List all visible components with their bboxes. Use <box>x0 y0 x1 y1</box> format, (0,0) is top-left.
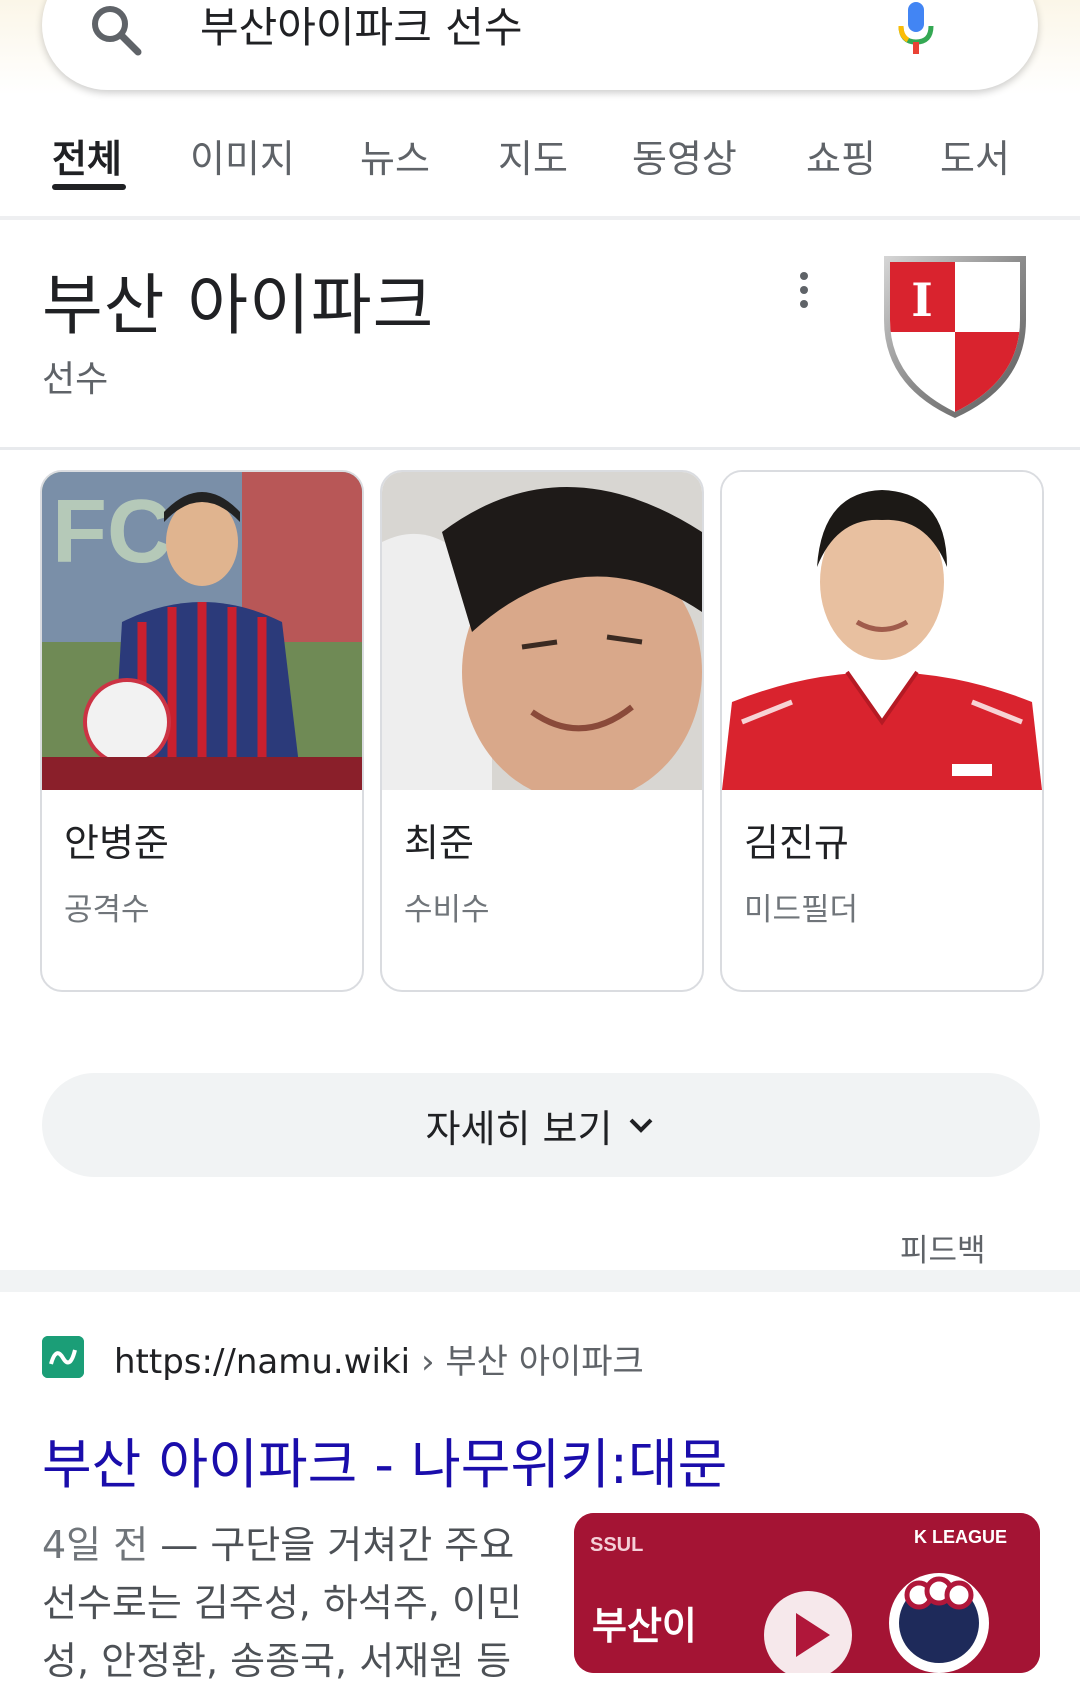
tab-all[interactable]: 전체 <box>52 128 122 183</box>
divider <box>0 216 1080 220</box>
divider <box>0 447 1080 450</box>
player-photo <box>382 472 702 790</box>
thumbnail-text: 부산이 <box>592 1604 697 1648</box>
svg-text:FC: FC <box>52 482 172 582</box>
tab-maps[interactable]: 지도 <box>498 128 568 183</box>
player-name: 최준 <box>404 821 474 865</box>
tab-videos[interactable]: 동영상 <box>632 128 737 183</box>
thumbnail-badge: K LEAGUE <box>914 1527 1007 1547</box>
search-tabs: 전체 이미지 뉴스 지도 동영상 쇼핑 도서 <box>0 118 1080 218</box>
team-crest-logo: I <box>884 256 1026 418</box>
player-photo: FC <box>42 472 362 790</box>
search-input[interactable]: 부산아이파크 선수 <box>200 0 522 58</box>
site-favicon-icon <box>42 1336 84 1378</box>
result-title-link[interactable]: 부산 아이파크 - 나무위키:대문 <box>42 1420 727 1499</box>
more-options-icon[interactable] <box>790 272 818 322</box>
player-photo <box>722 472 1042 790</box>
snippet-date: 4일 전 <box>42 1523 149 1567</box>
tab-images[interactable]: 이미지 <box>190 128 295 183</box>
chevron-down-icon <box>630 1118 653 1133</box>
result-snippet: 4일 전 — 구단을 거쳐간 주요 선수로는 김주성, 하석주, 이민성, 안정… <box>42 1516 542 1690</box>
feedback-link[interactable]: 피드백 <box>900 1225 986 1270</box>
thumbnail-graphic: SSUL K LEAGUE 부산이 <box>574 1513 1040 1673</box>
search-bar[interactable]: 부산아이파크 선수 <box>42 0 1038 90</box>
panel-subtitle: 선수 <box>42 359 109 400</box>
tab-news[interactable]: 뉴스 <box>360 128 430 183</box>
player-card[interactable]: 김진규 미드필더 <box>720 470 1044 992</box>
result-breadcrumb: › 부산 아이파크 <box>420 1342 644 1382</box>
tab-books[interactable]: 도서 <box>940 128 1010 183</box>
svg-text:SSUL: SSUL <box>590 1534 643 1556</box>
result-domain: https://namu.wiki <box>114 1342 411 1382</box>
microphone-icon[interactable] <box>896 0 936 58</box>
player-position: 미드필더 <box>744 892 859 928</box>
crest-letter: I <box>911 273 933 327</box>
result-url[interactable]: https://namu.wiki › 부산 아이파크 <box>114 1334 644 1383</box>
player-name: 안병준 <box>64 821 169 865</box>
search-icon[interactable] <box>88 2 144 58</box>
player-name: 김진규 <box>744 821 849 865</box>
active-tab-indicator <box>52 184 126 190</box>
tab-shopping[interactable]: 쇼핑 <box>806 128 876 183</box>
section-divider <box>0 1270 1080 1292</box>
player-card[interactable]: 최준 수비수 <box>380 470 704 992</box>
result-video-thumbnail[interactable]: SSUL K LEAGUE 부산이 <box>574 1513 1040 1673</box>
show-more-label: 자세히 보기 <box>425 1106 613 1151</box>
player-position: 공격수 <box>64 892 150 928</box>
player-position: 수비수 <box>404 892 490 928</box>
player-card[interactable]: FC 안병준 공격수 <box>40 470 364 992</box>
panel-title: 부산 아이파크 <box>42 267 435 344</box>
show-more-button[interactable]: 자세히 보기 <box>42 1073 1040 1177</box>
